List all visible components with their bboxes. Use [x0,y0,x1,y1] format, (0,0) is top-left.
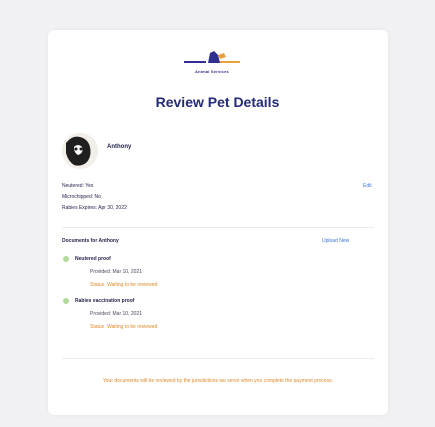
edit-details-link[interactable]: Edit [363,183,372,189]
pet-name: Anthony [107,144,132,150]
document-status: Status: Waiting to be reviewed [90,282,158,288]
page-title: Review Pet Details [155,94,280,110]
brand-logo: Animal Services [180,47,244,75]
section-divider [62,227,374,228]
microchipped-detail: Microchipped: No [62,194,101,200]
document-status: Status: Waiting to be reviewed [90,324,158,330]
document-provided-date: Provided: Mar 10, 2021 [90,311,142,317]
document-name: Neutered proof [75,256,111,262]
rabies-expires-detail: Rabies Expires: Apr 30, 2022 [62,205,127,211]
pet-avatar [62,133,98,169]
neutered-detail: Neutered: Yes [62,183,94,189]
document-status-bullet [63,298,69,304]
documents-heading: Documents for Anthony [62,238,119,244]
document-provided-date: Provided: Mar 10, 2021 [90,269,142,275]
document-name: Rabies vaccination proof [75,298,135,304]
upload-new-link[interactable]: Upload New [322,238,349,244]
review-note: Your documents will be reviewed by the j… [102,378,334,384]
document-status-bullet [63,256,69,262]
brand-logo-text: Animal Services [195,69,229,74]
footer-divider [62,358,374,359]
